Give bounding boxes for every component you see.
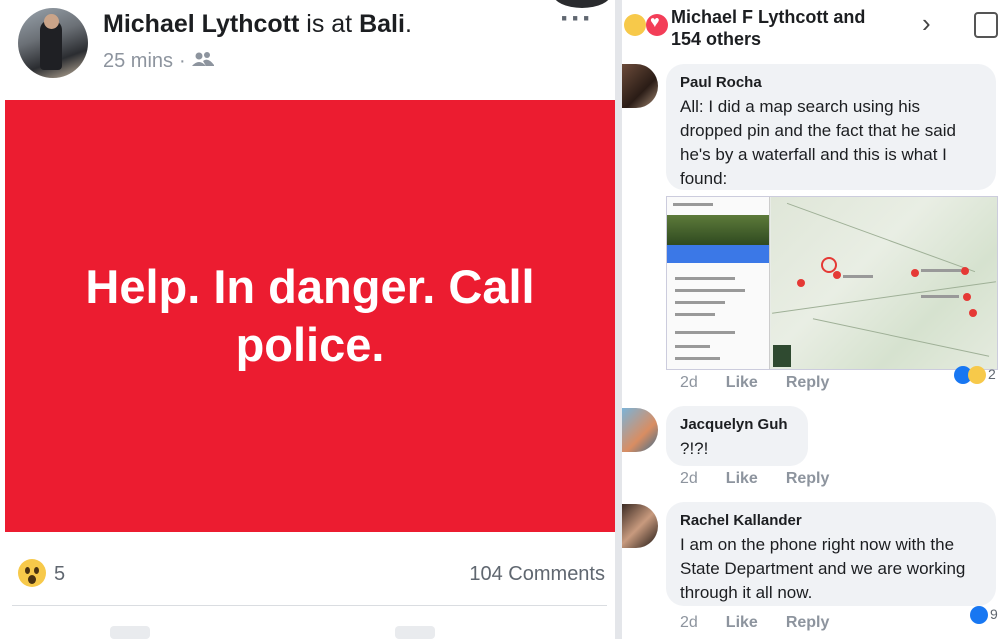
- meta-separator: ·: [179, 50, 186, 72]
- share-action-fragment[interactable]: [395, 626, 435, 639]
- comment-reaction-count: 9: [990, 606, 998, 622]
- like-reaction-icon: [970, 606, 988, 624]
- stats-divider: [12, 605, 607, 606]
- commenter-name[interactable]: Jacquelyn Guh: [680, 416, 794, 433]
- post-timestamp[interactable]: 25 mins: [103, 50, 173, 73]
- author-connector: is at: [299, 10, 360, 38]
- reactions-count[interactable]: 5: [54, 563, 65, 586]
- chevron-right-icon[interactable]: ›: [922, 8, 931, 39]
- reply-comment-button[interactable]: Reply: [786, 374, 830, 392]
- map-info-panel: [667, 197, 770, 369]
- love-icon: [646, 14, 668, 36]
- comment-reaction-count: 2: [988, 366, 996, 382]
- thumbs-up-icon[interactable]: [974, 12, 998, 38]
- wow-icon[interactable]: [18, 559, 46, 587]
- comments-panel: Michael F Lythcott and 154 others › Paul…: [622, 0, 1000, 639]
- comment-actions: 2d Like Reply: [680, 470, 829, 488]
- commenter-name[interactable]: Paul Rocha: [680, 74, 982, 91]
- commenter-avatar[interactable]: [622, 408, 658, 452]
- comment-time: 2d: [680, 614, 698, 631]
- location-link[interactable]: Bali: [359, 10, 405, 38]
- like-comment-button[interactable]: Like: [726, 374, 758, 392]
- comment-bubble: Jacquelyn Guh ?!?!: [666, 406, 808, 466]
- more-options-button[interactable]: ···: [560, 2, 593, 36]
- map-view: [771, 197, 997, 369]
- reaction-icons: [622, 12, 672, 38]
- comment-reactions-badge[interactable]: 2: [954, 366, 996, 386]
- reply-comment-button[interactable]: Reply: [786, 470, 830, 488]
- comment-bubble: Rachel Kallander I am on the phone right…: [666, 502, 996, 606]
- comment-time: 2d: [680, 470, 698, 487]
- reactors-summary[interactable]: Michael F Lythcott and 154 others: [671, 6, 891, 50]
- wow-reaction-icon: [968, 366, 986, 384]
- comments-count-link[interactable]: 104 Comments: [469, 563, 605, 586]
- author-name[interactable]: Michael Lythcott: [103, 10, 299, 38]
- author-avatar[interactable]: [18, 8, 88, 78]
- comment-text: I am on the phone right now with the Sta…: [680, 535, 966, 602]
- location-suffix: .: [404, 10, 412, 38]
- status-message-card: Help. In danger. Call police.: [5, 100, 615, 532]
- commenter-avatar[interactable]: [622, 64, 658, 108]
- post-stats: 5 104 Comments: [0, 545, 615, 605]
- reactions-header[interactable]: Michael F Lythcott and 154 others ›: [622, 0, 1000, 56]
- like-action-fragment[interactable]: [110, 626, 150, 639]
- comment-map-screenshot[interactable]: [666, 196, 998, 370]
- comment-bubble: Paul Rocha All: I did a map search using…: [666, 64, 996, 190]
- reply-comment-button[interactable]: Reply: [786, 614, 830, 632]
- like-comment-button[interactable]: Like: [726, 470, 758, 488]
- panel-divider: [615, 0, 622, 639]
- like-comment-button[interactable]: Like: [726, 614, 758, 632]
- friends-icon: [191, 50, 214, 73]
- comment-text: ?!?!: [680, 439, 709, 458]
- commenter-avatar[interactable]: [622, 504, 658, 548]
- post-meta: 25 mins ·: [103, 50, 214, 73]
- comment-text: All: I did a map search using his droppe…: [680, 97, 956, 188]
- commenter-name[interactable]: Rachel Kallander: [680, 512, 982, 529]
- comment-actions: 2d Like Reply: [680, 374, 829, 392]
- comment-time: 2d: [680, 374, 698, 391]
- post-card: Michael Lythcott is at Bali. 25 mins · ·…: [0, 0, 615, 639]
- comment-actions: 2d Like Reply: [680, 614, 829, 632]
- wow-icon: [624, 14, 646, 36]
- post-header: Michael Lythcott is at Bali.: [103, 10, 412, 39]
- status-message-text: Help. In danger. Call police.: [85, 260, 535, 371]
- comment-reactions-badge[interactable]: 9: [970, 606, 1000, 626]
